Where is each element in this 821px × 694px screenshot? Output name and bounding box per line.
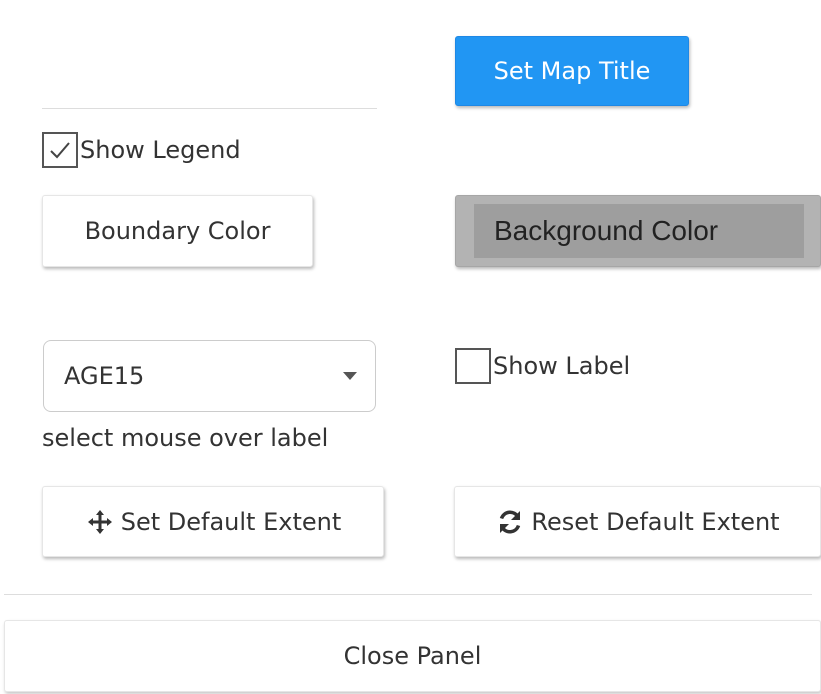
set-map-title-label: Set Map Title xyxy=(493,57,651,85)
refresh-icon xyxy=(495,507,525,537)
close-panel-label: Close Panel xyxy=(343,642,482,670)
background-color-button[interactable]: Background Color xyxy=(455,195,821,267)
divider-top xyxy=(42,108,377,109)
reset-default-extent-button[interactable]: Reset Default Extent xyxy=(454,486,821,557)
show-legend-checkbox[interactable] xyxy=(42,132,78,168)
set-default-extent-label: Set Default Extent xyxy=(120,507,342,536)
divider-bottom xyxy=(4,594,812,595)
boundary-color-label: Boundary Color xyxy=(84,217,271,245)
reset-default-extent-label: Reset Default Extent xyxy=(531,507,780,536)
background-color-label: Background Color xyxy=(474,204,804,258)
show-label-label: Show Label xyxy=(493,352,631,380)
crosshair-move-icon xyxy=(85,507,115,537)
set-map-title-button[interactable]: Set Map Title xyxy=(455,36,689,106)
set-default-extent-button[interactable]: Set Default Extent xyxy=(42,486,384,557)
caret-down-icon xyxy=(343,372,357,380)
show-legend-row[interactable]: Show Legend xyxy=(42,132,241,168)
show-label-checkbox[interactable] xyxy=(455,348,491,384)
mouse-over-label-select[interactable]: AGE15 xyxy=(43,340,376,412)
select-helper-text: select mouse over label xyxy=(42,424,329,452)
show-legend-label: Show Legend xyxy=(80,136,241,164)
checkmark-icon xyxy=(50,142,70,159)
close-panel-button[interactable]: Close Panel xyxy=(4,620,821,692)
show-label-row[interactable]: Show Label xyxy=(455,348,630,384)
selected-label-value: AGE15 xyxy=(64,362,145,390)
map-settings-panel: Set Map Title Show Legend Boundary Color… xyxy=(0,0,821,694)
boundary-color-button[interactable]: Boundary Color xyxy=(42,195,313,267)
